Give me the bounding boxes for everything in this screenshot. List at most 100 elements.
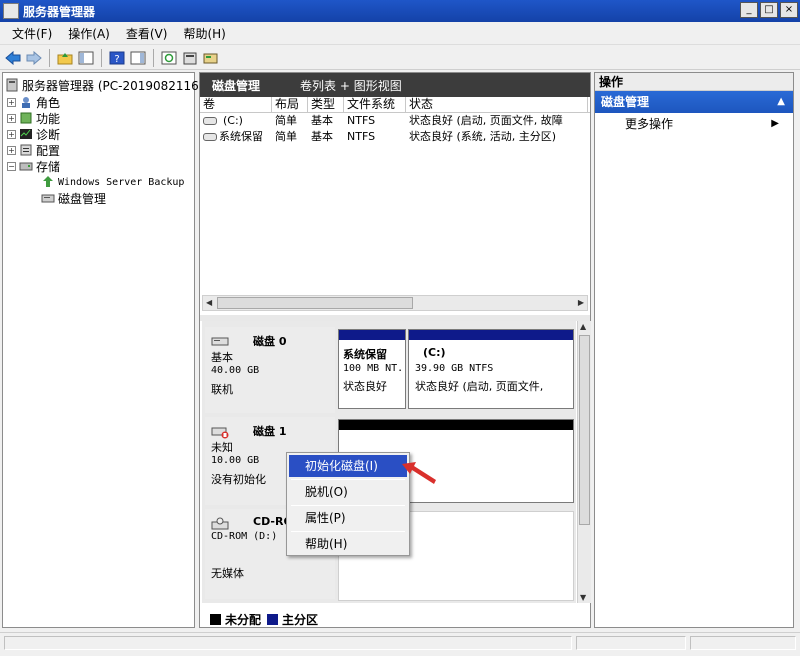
table-row[interactable]: (C:) 简单 基本 NTFS 状态良好 (启动, 页面文件, 故障	[200, 113, 590, 129]
menu-separator	[291, 505, 405, 506]
legend: 未分配 主分区	[204, 611, 318, 627]
volume-list-header: 卷 布局 类型 文件系统 状态	[200, 97, 590, 113]
tree-item-diagnostics[interactable]: + 诊断	[7, 126, 60, 142]
volume-status: 状态良好 (系统, 活动, 主分区)	[409, 130, 557, 143]
disk-name: 磁盘 1	[253, 425, 287, 438]
table-row[interactable]: 系统保留 简单 基本 NTFS 状态良好 (系统, 活动, 主分区)	[200, 129, 590, 145]
partition-name: (C:)	[423, 346, 446, 359]
toolbar-separator	[153, 48, 154, 67]
toolbar-separator	[49, 48, 50, 67]
scrollbar-thumb[interactable]	[217, 297, 413, 309]
disk-0-label[interactable]: 磁盘 0 基本 40.00 GB 联机	[205, 327, 335, 413]
tree-item-roles[interactable]: + 角色	[7, 94, 60, 110]
scrollbar-thumb[interactable]	[579, 335, 590, 525]
volume-type: 基本	[311, 114, 333, 127]
menu-help[interactable]: 帮助(H)	[175, 25, 233, 42]
disk-icon	[211, 335, 229, 347]
tree-item-windows-server-backup[interactable]: Windows Server Backup	[41, 174, 184, 190]
initialize-disk-menu-item[interactable]: 初始化磁盘(I)	[289, 455, 407, 477]
expand-icon[interactable]: +	[7, 113, 16, 123]
column-header-type[interactable]: 类型	[308, 97, 344, 112]
menu-view[interactable]: 查看(V)	[118, 25, 176, 42]
back-icon[interactable]	[4, 49, 22, 67]
scroll-down-icon[interactable]: ▼	[580, 593, 586, 602]
unallocated-bar	[339, 420, 573, 430]
expand-icon[interactable]: +	[7, 97, 16, 107]
app-icon	[3, 3, 19, 19]
tree-item-features[interactable]: + 功能	[7, 110, 60, 126]
column-header-status[interactable]: 状态	[406, 97, 588, 112]
volume-list: 卷 布局 类型 文件系统 状态 (C:) 简单 基本 NTFS 状态良好 (启动…	[200, 97, 590, 145]
up-folder-icon[interactable]	[56, 49, 74, 67]
properties-icon[interactable]	[181, 49, 199, 67]
expand-icon[interactable]: +	[7, 145, 16, 155]
partition-system-reserved[interactable]: 系统保留 100 MB NT. 状态良好	[338, 329, 406, 409]
show-hide-tree-icon[interactable]	[77, 49, 95, 67]
toolbar-separator	[101, 48, 102, 67]
partition-bar	[409, 330, 573, 340]
disk-size: 10.00 GB	[211, 455, 260, 466]
vertical-scrollbar[interactable]: ▲ ▼	[577, 321, 591, 603]
show-hide-action-pane-icon[interactable]	[129, 49, 147, 67]
disk-settings-icon[interactable]	[202, 49, 220, 67]
expand-icon[interactable]: +	[7, 129, 16, 139]
svg-text:?: ?	[114, 54, 119, 65]
horizontal-scrollbar[interactable]: ◀ ▶	[202, 295, 588, 311]
navigation-tree: 服务器管理器 (PC-20190821165 + 角色 + 功能 + 诊断 + …	[2, 72, 206, 628]
context-menu: 初始化磁盘(I) 脱机(O) 属性(P) 帮助(H)	[286, 452, 410, 556]
storage-icon	[19, 159, 33, 173]
collapse-icon[interactable]: −	[7, 161, 16, 171]
status-bar	[0, 632, 800, 652]
volume-layout: 简单	[275, 114, 297, 127]
title-bar: 服务器管理器 _ □ ×	[0, 0, 800, 22]
tree-item-storage[interactable]: − 存储	[7, 158, 60, 174]
menu-action[interactable]: 操作(A)	[60, 25, 118, 42]
tree-item-label: 角色	[36, 95, 61, 110]
disk-name: 磁盘 0	[253, 335, 287, 348]
scroll-up-icon[interactable]: ▲	[580, 322, 586, 331]
scroll-left-icon[interactable]: ◀	[206, 298, 212, 307]
help-icon[interactable]: ?	[108, 49, 126, 67]
offline-menu-item[interactable]: 脱机(O)	[289, 481, 407, 503]
partition-name: 系统保留	[343, 348, 387, 361]
tree-item-label: 配置	[36, 143, 61, 158]
properties-menu-item[interactable]: 属性(P)	[289, 507, 407, 529]
menu-file[interactable]: 文件(F)	[4, 25, 60, 42]
tree-item-disk-management[interactable]: 磁盘管理	[41, 190, 106, 206]
column-header-volume[interactable]: 卷	[200, 97, 272, 112]
diagnostics-icon	[19, 127, 33, 141]
collapse-caret-icon[interactable]: ▲	[777, 91, 785, 113]
partition-c[interactable]: (C:) 39.90 GB NTFS 状态良好 (启动, 页面文件,	[408, 329, 574, 409]
panel-title: 磁盘管理	[212, 78, 261, 93]
volume-status: 状态良好 (启动, 页面文件, 故障	[409, 114, 563, 127]
menu-bar: 文件(F) 操作(A) 查看(V) 帮助(H)	[0, 23, 800, 45]
status-cell	[690, 636, 796, 650]
menu-separator	[291, 531, 405, 532]
column-header-layout[interactable]: 布局	[272, 97, 308, 112]
tree-item-label: 存储	[36, 159, 61, 174]
features-icon	[19, 111, 33, 125]
tree-root[interactable]: 服务器管理器 (PC-20190821165	[5, 77, 206, 93]
actions-section-disk-management[interactable]: 磁盘管理 ▲	[595, 91, 793, 113]
partition-status: 状态良好	[343, 380, 387, 393]
help-menu-item[interactable]: 帮助(H)	[289, 533, 407, 555]
column-header-file-system[interactable]: 文件系统	[344, 97, 406, 112]
toolbar: ?	[0, 46, 800, 70]
more-actions-label: 更多操作	[625, 117, 674, 131]
menu-separator	[291, 479, 405, 480]
panel-header: 磁盘管理 卷列表 + 图形视图	[200, 73, 590, 97]
forward-icon[interactable]	[25, 49, 43, 67]
tree-item-configuration[interactable]: + 配置	[7, 142, 60, 158]
scroll-right-icon[interactable]: ▶	[578, 298, 584, 307]
disk-management-icon	[41, 191, 55, 205]
unallocated-swatch	[210, 613, 221, 625]
close-button[interactable]: ×	[780, 2, 798, 18]
status-cell	[576, 636, 686, 650]
maximize-button[interactable]: □	[760, 2, 778, 18]
configuration-icon	[19, 143, 33, 157]
disk-uninitialized-icon	[211, 425, 229, 439]
refresh-icon[interactable]	[160, 49, 178, 67]
minimize-button[interactable]: _	[740, 2, 758, 18]
volume-layout: 简单	[275, 130, 297, 143]
more-actions-item[interactable]: 更多操作 ▶	[595, 113, 793, 135]
